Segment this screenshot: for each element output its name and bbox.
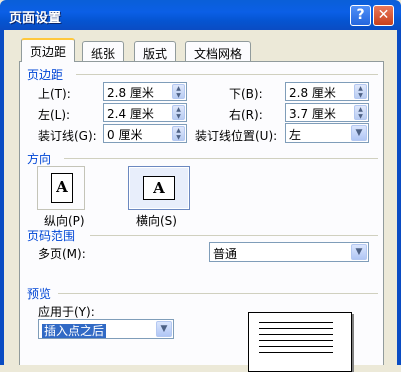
bottom-margin-spinner[interactable]: 2.8 厘米 ▲ ▼	[285, 82, 369, 101]
title-bar[interactable]: 页面设置 ? ✕	[0, 0, 401, 30]
gutter-position-label: 装订线位置(U):	[195, 129, 278, 143]
portrait-page-icon: A	[51, 173, 73, 203]
landscape-label: 横向(S)	[136, 214, 177, 228]
spinner-arrows-icon[interactable]: ▲ ▼	[172, 84, 185, 99]
preview-text-line	[259, 328, 333, 329]
gutter-value: 0 厘米	[107, 128, 143, 142]
gutter-position-value: 左	[289, 128, 302, 142]
chevron-down-icon[interactable]: ▼	[351, 125, 367, 141]
preview-text-line	[259, 352, 333, 353]
help-button[interactable]: ?	[350, 5, 371, 26]
landscape-button[interactable]: A	[128, 166, 190, 210]
tab-document-grid[interactable]: 文档网格	[185, 41, 252, 61]
pages-group-divider	[90, 235, 378, 236]
preview-text-line	[259, 340, 333, 341]
portrait-button[interactable]: A	[37, 166, 85, 210]
top-margin-value: 2.8 厘米	[107, 86, 154, 100]
landscape-page-icon: A	[143, 176, 175, 200]
window-border-right	[397, 30, 401, 365]
left-margin-label: 左(L):	[38, 108, 71, 122]
margins-group-title: 页边距	[27, 68, 64, 82]
gutter-spinner[interactable]: 0 厘米 ▲ ▼	[103, 124, 187, 143]
bottom-margin-label: 下(B):	[229, 87, 263, 101]
pages-group-title: 页码范围	[27, 229, 76, 243]
chevron-down-icon[interactable]: ▼	[156, 321, 172, 337]
apply-to-label: 应用于(Y):	[38, 305, 95, 319]
apply-to-select[interactable]: 插入点之后 ▼	[38, 319, 174, 339]
preview-group-title: 预览	[27, 287, 52, 301]
page-preview	[248, 312, 352, 372]
tab-paper[interactable]: 纸张	[82, 41, 125, 61]
close-button[interactable]: ✕	[373, 5, 394, 26]
margins-group-divider	[76, 74, 378, 75]
right-margin-label: 右(R):	[229, 108, 263, 122]
spinner-arrows-icon[interactable]: ▲ ▼	[354, 84, 367, 99]
top-margin-label: 上(T):	[38, 87, 71, 101]
multiple-pages-label: 多页(M):	[38, 247, 86, 261]
top-margin-spinner[interactable]: 2.8 厘米 ▲ ▼	[103, 82, 187, 101]
gutter-label: 装订线(G):	[38, 129, 97, 143]
right-margin-spinner[interactable]: 3.7 厘米 ▲ ▼	[285, 103, 369, 122]
orientation-group-title: 方向	[27, 152, 52, 166]
apply-to-value: 插入点之后	[42, 324, 107, 338]
tab-margins[interactable]: 页边距	[21, 38, 76, 62]
left-margin-spinner[interactable]: 2.4 厘米 ▲ ▼	[103, 103, 187, 122]
left-margin-value: 2.4 厘米	[107, 107, 154, 121]
orientation-group-divider	[64, 158, 378, 159]
spinner-arrows-icon[interactable]: ▲ ▼	[172, 105, 185, 120]
dialog-title: 页面设置	[9, 11, 62, 26]
preview-text-line	[259, 322, 333, 323]
window-border-left	[0, 30, 4, 365]
right-margin-value: 3.7 厘米	[289, 107, 336, 121]
spinner-arrows-icon[interactable]: ▲ ▼	[354, 105, 367, 120]
spinner-arrows-icon[interactable]: ▲ ▼	[172, 126, 185, 141]
page-setup-dialog: 页面设置 ? ✕ 页边距 纸张 版式 文档网格 页边距 上(T): 2.8 厘米…	[0, 0, 401, 372]
preview-text-line	[259, 334, 333, 335]
preview-text-line	[259, 346, 333, 347]
preview-group-divider	[58, 293, 378, 294]
multiple-pages-select[interactable]: 普通 ▼	[209, 242, 369, 262]
tab-layout[interactable]: 版式	[134, 41, 177, 61]
multiple-pages-value: 普通	[213, 247, 238, 261]
gutter-position-select[interactable]: 左 ▼	[285, 123, 369, 143]
bottom-margin-value: 2.8 厘米	[289, 86, 336, 100]
chevron-down-icon[interactable]: ▼	[351, 244, 367, 260]
